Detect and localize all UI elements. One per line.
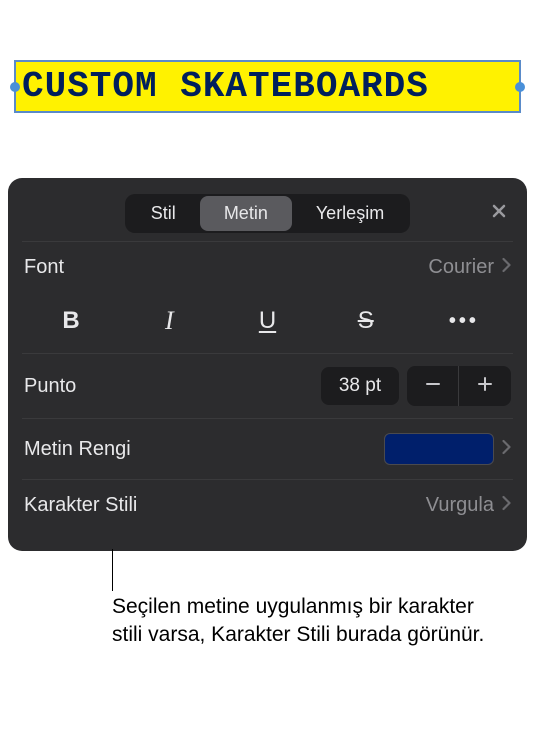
underline-icon: U <box>259 307 276 335</box>
text-color-row[interactable]: Metin Rengi <box>22 418 513 479</box>
character-style-value: Vurgula <box>426 494 494 517</box>
font-value: Courier <box>428 256 494 279</box>
text-color-label: Metin Rengi <box>24 438 131 461</box>
strikethrough-button[interactable]: S <box>317 303 415 339</box>
text-box-content[interactable]: CUSTOM SKATEBOARDS <box>22 66 429 107</box>
close-icon <box>491 203 507 224</box>
minus-icon <box>424 375 442 398</box>
text-color-swatch[interactable] <box>384 433 494 465</box>
strikethrough-icon: S <box>358 307 374 335</box>
bold-button[interactable]: B <box>22 303 120 339</box>
chevron-right-icon <box>502 256 511 279</box>
more-icon: ••• <box>449 310 479 333</box>
more-styles-button[interactable]: ••• <box>415 303 513 339</box>
tab-layout[interactable]: Yerleşim <box>292 196 408 231</box>
character-style-label: Karakter Stili <box>24 494 137 517</box>
bold-icon: B <box>62 307 79 335</box>
font-row[interactable]: Font Courier <box>22 241 513 293</box>
text-style-row: B I U S ••• <box>22 293 513 353</box>
chevron-right-icon <box>502 438 511 461</box>
tab-segmented-control: Stil Metin Yerleşim <box>125 194 410 233</box>
plus-icon <box>476 375 494 398</box>
panel-header: Stil Metin Yerleşim <box>22 190 513 241</box>
callout-leader-line <box>112 549 113 591</box>
tab-text[interactable]: Metin <box>200 196 292 231</box>
close-button[interactable] <box>485 200 513 228</box>
size-value-input[interactable]: 38 pt <box>321 367 399 405</box>
italic-button[interactable]: I <box>120 303 218 339</box>
tab-style[interactable]: Stil <box>127 196 200 231</box>
character-style-row[interactable]: Karakter Stili Vurgula <box>22 479 513 531</box>
underline-button[interactable]: U <box>218 303 316 339</box>
size-decrease-button[interactable] <box>407 366 459 406</box>
size-stepper <box>407 366 511 406</box>
callout-text: Seçilen metine uygulanmış bir karakter s… <box>0 569 535 650</box>
callout-section: Seçilen metine uygulanmış bir karakter s… <box>0 569 535 650</box>
italic-icon: I <box>165 306 174 336</box>
font-label: Font <box>24 256 64 279</box>
format-panel: Stil Metin Yerleşim Font Courier <box>8 178 527 551</box>
resize-handle-left[interactable] <box>10 82 20 92</box>
size-label: Punto <box>24 375 76 398</box>
size-row: Punto 38 pt <box>22 353 513 418</box>
selected-text-box[interactable]: CUSTOM SKATEBOARDS <box>14 60 521 113</box>
chevron-right-icon <box>502 494 511 517</box>
canvas-area: CUSTOM SKATEBOARDS <box>0 0 535 170</box>
resize-handle-right[interactable] <box>515 82 525 92</box>
size-increase-button[interactable] <box>459 366 511 406</box>
